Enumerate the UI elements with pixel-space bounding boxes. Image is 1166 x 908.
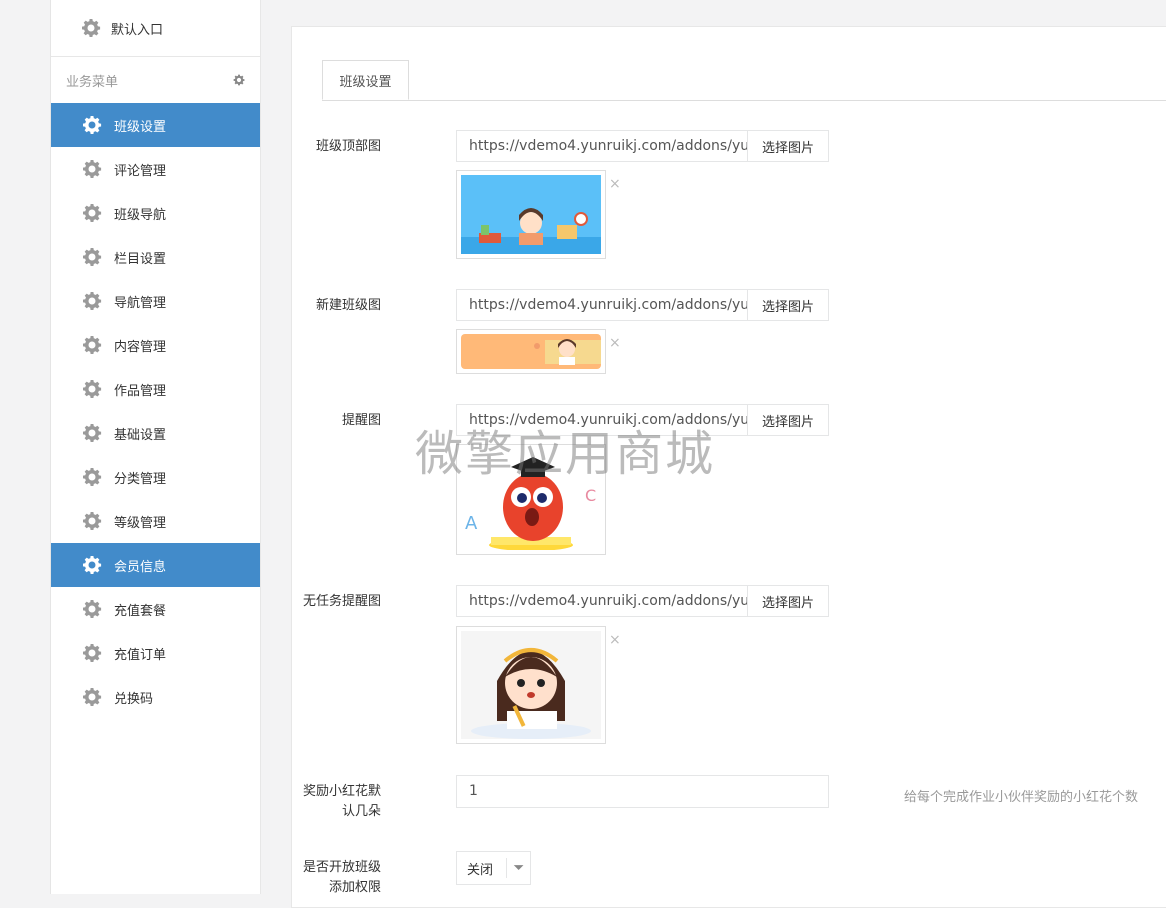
sidebar-item[interactable]: 充值订单 <box>51 631 260 675</box>
no-task-image-select-button[interactable]: 选择图片 <box>748 585 829 617</box>
gear-icon <box>82 247 102 267</box>
permission-selected-value: 关闭 <box>467 862 494 878</box>
new-class-image-picture <box>461 334 601 369</box>
sidebar-item-label: 充值订单 <box>114 647 167 663</box>
tab-bar: 班级设置 <box>322 60 1166 101</box>
top-image-picture <box>461 175 601 254</box>
reminder-image-url-input[interactable]: https://vdemo4.yunruikj.com/addons/yu <box>456 404 748 436</box>
sidebar-item[interactable]: 等级管理 <box>51 499 260 543</box>
gear-icon <box>82 555 102 575</box>
sidebar-item-label: 分类管理 <box>114 471 167 487</box>
reminder-image-preview: A C <box>456 444 606 555</box>
reminder-image-picture: A C <box>461 449 601 551</box>
no-task-image-picture <box>461 631 601 739</box>
gear-icon <box>82 335 102 355</box>
svg-text:C: C <box>585 486 596 505</box>
sidebar-item[interactable]: 分类管理 <box>51 455 260 499</box>
field-label-reminder-image: 提醒图 <box>341 413 381 428</box>
sidebar-item-label: 会员信息 <box>114 559 167 575</box>
top-image-select-button[interactable]: 选择图片 <box>748 130 829 162</box>
gear-icon <box>82 467 102 487</box>
svg-text:A: A <box>465 513 478 534</box>
sidebar-item-label: 作品管理 <box>114 383 167 399</box>
sidebar-item[interactable]: 班级导航 <box>51 191 260 235</box>
caret-down-icon <box>513 865 524 870</box>
sidebar: 默认入口 业务菜单 班级设置评论管理班级导航栏目设置导航管理内容管理作品管理基础… <box>51 0 261 894</box>
gear-icon[interactable] <box>233 74 245 86</box>
close-icon[interactable]: × <box>609 177 621 191</box>
section-header: 业务菜单 <box>51 57 260 103</box>
sidebar-item-label: 兑换码 <box>114 691 154 707</box>
sidebar-item-label: 内容管理 <box>114 339 167 355</box>
new-class-image-select-button[interactable]: 选择图片 <box>748 289 829 321</box>
new-class-image-url-input[interactable]: https://vdemo4.yunruikj.com/addons/yu <box>456 289 748 321</box>
gear-icon <box>82 511 102 531</box>
sidebar-item-label: 等级管理 <box>114 515 167 531</box>
sidebar-item[interactable]: 栏目设置 <box>51 235 260 279</box>
no-task-image-url-input[interactable]: https://vdemo4.yunruikj.com/addons/yu <box>456 585 748 617</box>
gear-icon <box>82 203 102 223</box>
section-title: 业务菜单 <box>66 74 119 90</box>
gear-icon <box>82 643 102 663</box>
new-class-image-preview <box>456 329 606 374</box>
sidebar-item-label: 班级导航 <box>114 207 167 223</box>
field-label-no-task-image: 无任务提醒图 <box>302 594 381 609</box>
sidebar-item[interactable]: 作品管理 <box>51 367 260 411</box>
sidebar-item-label: 评论管理 <box>114 163 167 179</box>
sidebar-item-label: 班级设置 <box>114 119 167 135</box>
field-label-new-class-image: 新建班级图 <box>315 298 381 313</box>
sidebar-item[interactable]: 导航管理 <box>51 279 260 323</box>
gear-icon <box>82 379 102 399</box>
gear-icon <box>82 291 102 311</box>
sidebar-item[interactable]: 班级设置 <box>51 103 260 147</box>
sidebar-item-label: 导航管理 <box>114 295 167 311</box>
gear-icon <box>82 687 102 707</box>
sidebar-item[interactable]: 基础设置 <box>51 411 260 455</box>
gear-icon <box>82 159 102 179</box>
default-entry[interactable]: 默认入口 <box>51 0 260 57</box>
sidebar-item[interactable]: 内容管理 <box>51 323 260 367</box>
sidebar-item[interactable]: 会员信息 <box>51 543 260 587</box>
left-strip <box>0 0 51 894</box>
close-icon[interactable]: × <box>609 336 621 350</box>
reminder-image-select-button[interactable]: 选择图片 <box>748 404 829 436</box>
default-entry-label: 默认入口 <box>111 22 164 38</box>
close-icon[interactable]: × <box>609 633 621 647</box>
reward-hint: 给每个完成作业小伙伴奖励的小红花个数 <box>904 790 1139 805</box>
top-image-preview <box>456 170 606 259</box>
gear-icon <box>82 423 102 443</box>
tab-class-settings[interactable]: 班级设置 <box>322 60 409 100</box>
field-label-permission: 是否开放班级添加权限 <box>302 860 381 895</box>
permission-select[interactable]: 关闭 <box>456 851 531 885</box>
sidebar-item-label: 栏目设置 <box>114 251 167 267</box>
field-label-reward: 奖励小红花默认几朵 <box>302 784 381 819</box>
no-task-image-preview <box>456 626 606 744</box>
gear-icon <box>82 599 102 619</box>
sidebar-item-label: 基础设置 <box>114 427 167 443</box>
top-image-url-input[interactable]: https://vdemo4.yunruikj.com/addons/yu <box>456 130 748 162</box>
reward-count-input[interactable]: 1 <box>456 775 829 808</box>
sidebar-item[interactable]: 充值套餐 <box>51 587 260 631</box>
field-label-top-image: 班级顶部图 <box>315 139 381 154</box>
gear-icon <box>81 18 101 38</box>
sidebar-item[interactable]: 兑换码 <box>51 675 260 719</box>
sidebar-item-label: 充值套餐 <box>114 603 167 619</box>
gear-icon <box>82 115 102 135</box>
sidebar-item[interactable]: 评论管理 <box>51 147 260 191</box>
